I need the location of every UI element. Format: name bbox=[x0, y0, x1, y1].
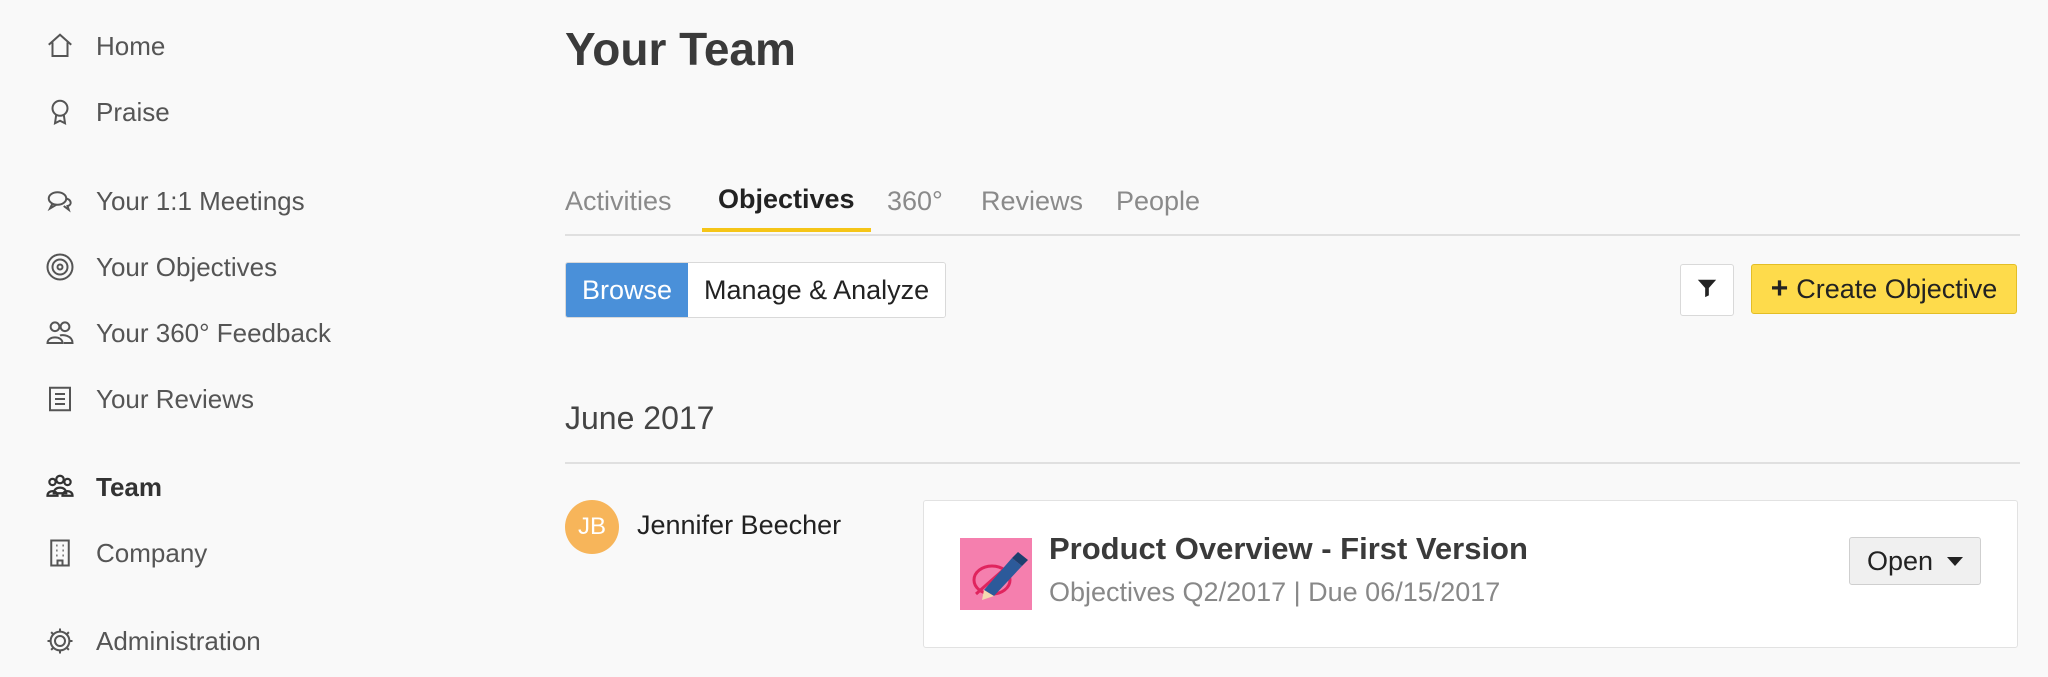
sidebar-item-label: Your Reviews bbox=[96, 383, 255, 414]
sidebar: Home Praise Your 1:1 Meetings Your Objec… bbox=[0, 0, 520, 677]
manage-analyze-button[interactable]: Manage & Analyze bbox=[688, 263, 946, 317]
sidebar-item-label: Praise bbox=[96, 96, 170, 127]
create-objective-label: Create Objective bbox=[1796, 273, 1998, 304]
gear-icon bbox=[44, 625, 76, 657]
objective-card[interactable]: Product Overview - First Version Objecti… bbox=[923, 500, 2018, 648]
sidebar-item-label: Your Objectives bbox=[96, 251, 278, 282]
sidebar-item-label: Administration bbox=[96, 625, 261, 656]
tab-bar: Activities Objectives 360° Reviews Peopl… bbox=[565, 170, 2020, 236]
create-objective-button[interactable]: + Create Objective bbox=[1751, 264, 2017, 314]
reviews-icon bbox=[44, 383, 76, 415]
home-icon bbox=[44, 30, 76, 62]
sidebar-item-team[interactable]: Team bbox=[44, 467, 162, 507]
pencil-target-icon bbox=[960, 538, 1032, 610]
tab-objectives[interactable]: Objectives bbox=[702, 170, 871, 232]
person-name[interactable]: Jennifer Beecher bbox=[637, 510, 841, 541]
sidebar-item-praise[interactable]: Praise bbox=[44, 92, 170, 132]
avatar[interactable]: JB bbox=[565, 500, 619, 554]
company-icon bbox=[44, 537, 76, 569]
sidebar-item-administration[interactable]: Administration bbox=[44, 621, 261, 661]
caret-down-icon bbox=[1947, 556, 1964, 566]
sidebar-item-feedback[interactable]: Your 360° Feedback bbox=[44, 313, 331, 353]
sidebar-item-home[interactable]: Home bbox=[44, 26, 165, 66]
sidebar-item-label: Team bbox=[96, 471, 162, 502]
objective-subtitle: Objectives Q2/2017 | Due 06/15/2017 bbox=[1049, 577, 1501, 607]
objective-title[interactable]: Product Overview - First Version bbox=[1049, 531, 1528, 567]
status-dropdown[interactable]: Open bbox=[1849, 537, 1981, 585]
sidebar-item-label: Your 1:1 Meetings bbox=[96, 185, 305, 216]
browse-button[interactable]: Browse bbox=[566, 263, 689, 317]
tab-reviews[interactable]: Reviews bbox=[971, 170, 1093, 232]
status-label: Open bbox=[1866, 545, 1934, 576]
sidebar-item-reviews[interactable]: Your Reviews bbox=[44, 379, 254, 419]
filter-icon bbox=[1696, 277, 1718, 304]
section-date: June 2017 bbox=[565, 400, 715, 436]
feedback-icon bbox=[44, 317, 76, 349]
tab-people[interactable]: People bbox=[1106, 170, 1210, 232]
sidebar-item-meetings[interactable]: Your 1:1 Meetings bbox=[44, 181, 305, 221]
filter-button[interactable] bbox=[1680, 264, 1734, 316]
meetings-icon bbox=[44, 185, 76, 217]
tab-360[interactable]: 360° bbox=[877, 170, 953, 232]
page-title: Your Team bbox=[565, 23, 796, 75]
sidebar-item-label: Your 360° Feedback bbox=[96, 317, 331, 348]
view-toggle: Browse Manage & Analyze bbox=[565, 262, 947, 318]
sidebar-item-company[interactable]: Company bbox=[44, 533, 207, 573]
tab-activities[interactable]: Activities bbox=[555, 170, 682, 232]
plus-icon: + bbox=[1770, 272, 1789, 305]
sidebar-item-label: Company bbox=[96, 537, 208, 568]
divider bbox=[565, 462, 2020, 464]
target-icon bbox=[44, 251, 76, 283]
team-icon bbox=[44, 471, 76, 503]
praise-icon bbox=[44, 96, 76, 128]
sidebar-item-objectives[interactable]: Your Objectives bbox=[44, 247, 277, 287]
sidebar-item-label: Home bbox=[96, 30, 166, 61]
